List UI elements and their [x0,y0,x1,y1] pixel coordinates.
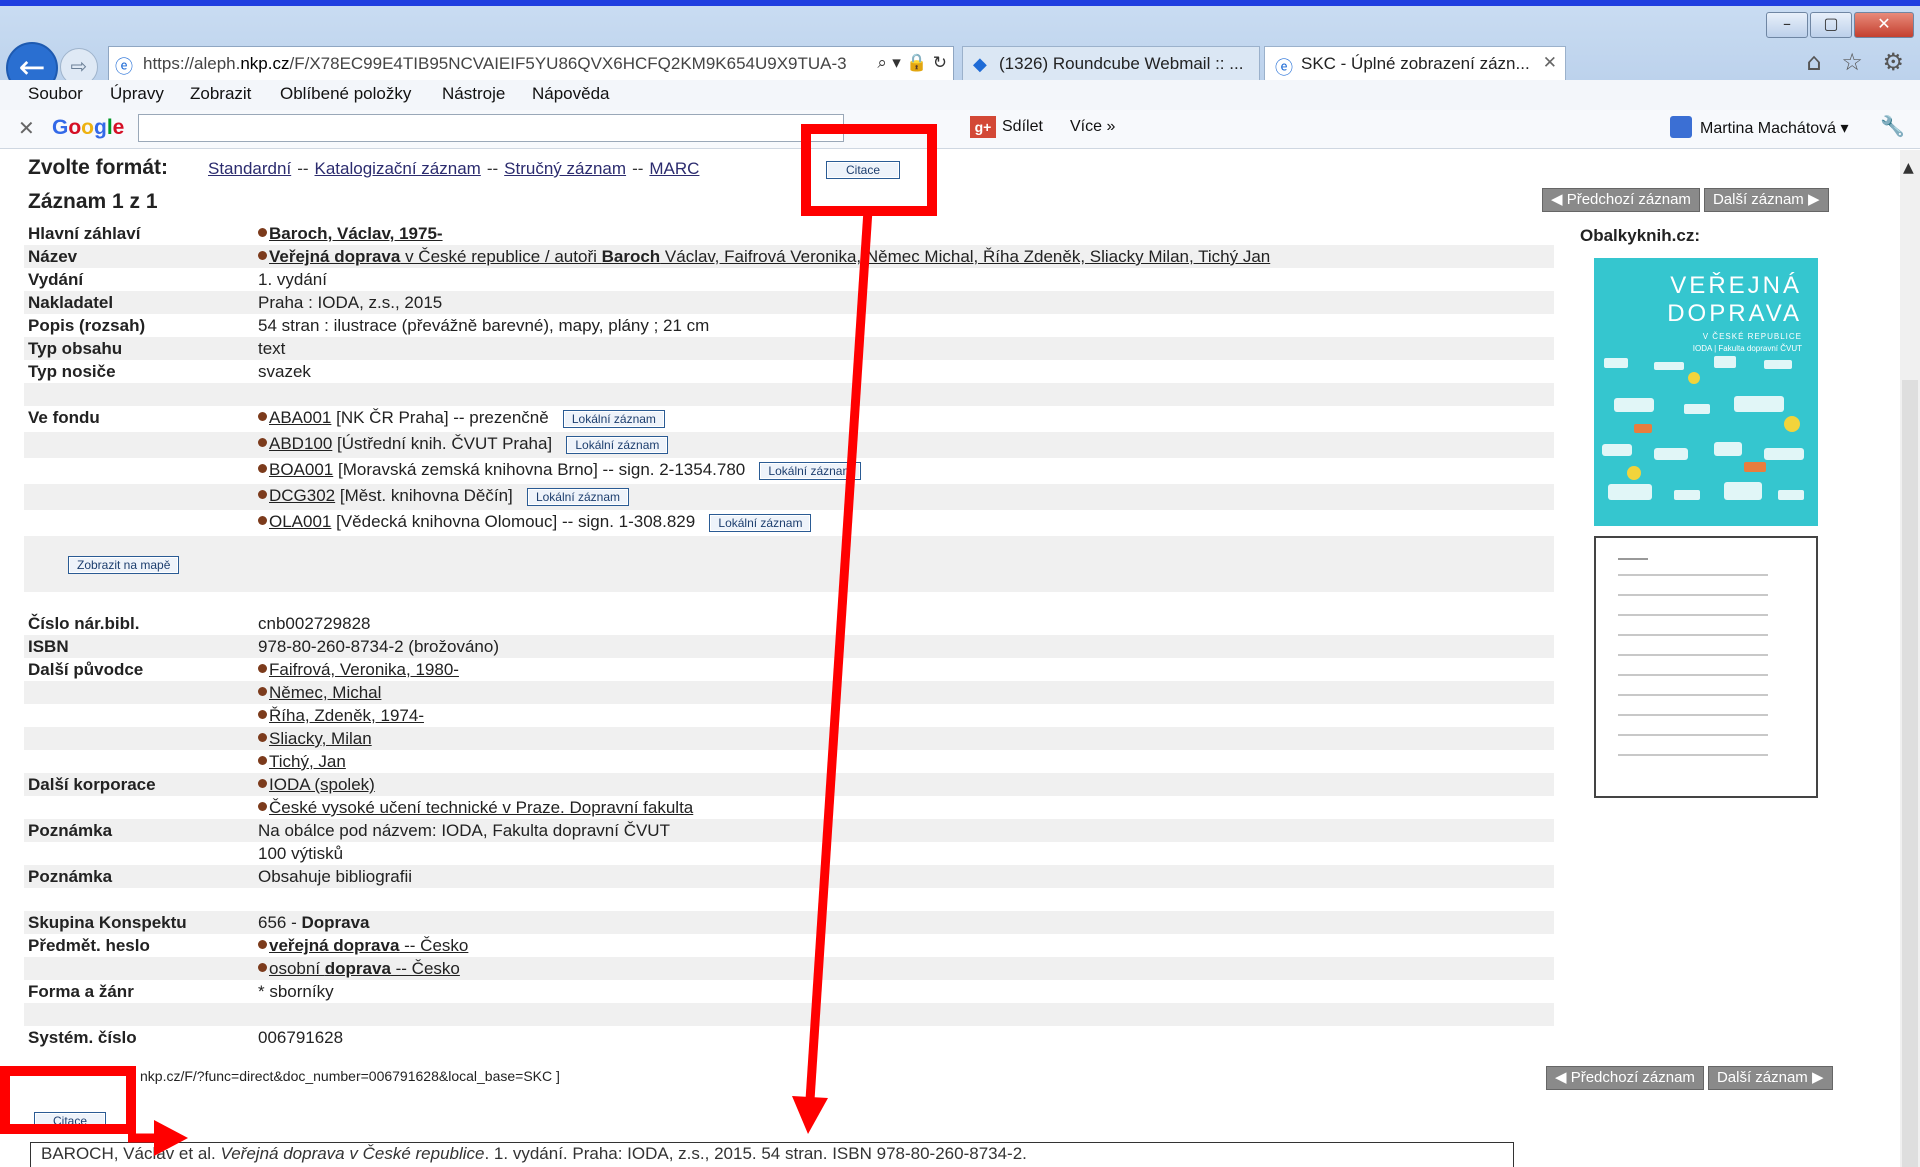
annotation-arrowhead-right [154,1120,188,1156]
annotation-arrow-down [805,209,873,1101]
annotation-arrowhead-down [792,1096,828,1134]
annotation-arrows [128,209,873,1156]
